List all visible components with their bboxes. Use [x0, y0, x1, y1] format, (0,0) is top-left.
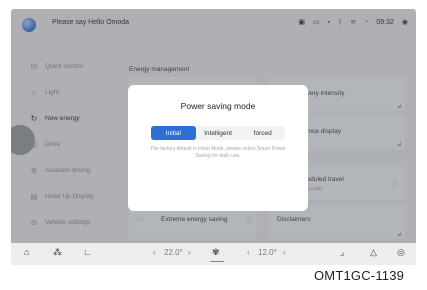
- temp-left-value: 22.0°: [164, 248, 183, 257]
- temp-right-down-arrow[interactable]: ‹: [247, 248, 250, 257]
- fan-indicator: [210, 261, 224, 262]
- home-icon[interactable]: ⌂: [24, 247, 29, 257]
- temp-right-value: 12.0°: [258, 248, 277, 257]
- power-mode-selector: Initial Intelligent forced: [151, 126, 285, 140]
- figure-caption: OMT1GC-1139: [314, 268, 405, 283]
- apps-grid-icon[interactable]: ⁂: [53, 247, 62, 258]
- seat-right-icon[interactable]: ⌟: [340, 247, 344, 258]
- power-saving-dialog: Power saving mode Initial Intelligent fo…: [128, 85, 308, 211]
- fan-icon[interactable]: ✾: [212, 247, 220, 258]
- mode-option-forced[interactable]: forced: [240, 126, 285, 140]
- temp-left-up-arrow[interactable]: ›: [188, 248, 191, 257]
- seat-left-icon[interactable]: ∟: [83, 247, 92, 257]
- dialog-title: Power saving mode: [180, 101, 256, 111]
- dialog-description: The factory default is Initial Mode, ple…: [150, 146, 286, 159]
- navigation-icon[interactable]: △: [370, 247, 377, 258]
- voice-icon[interactable]: ◎: [397, 247, 405, 258]
- temp-left-down-arrow[interactable]: ‹: [153, 248, 156, 257]
- temp-right-up-arrow[interactable]: ›: [283, 248, 286, 257]
- mode-option-initial[interactable]: Initial: [151, 126, 196, 140]
- infotainment-screen: Please say Hello Omoda ▣ ▭ ▪ ᛒ ≋ ◔ 09:32…: [11, 9, 416, 265]
- mode-option-intelligent[interactable]: Intelligent: [196, 126, 241, 140]
- bottom-dock: ⌂ ⁂ ∟ ‹ 22.0° › ✾ ‹ 12.0° › ⌟ △ ◎: [11, 243, 416, 265]
